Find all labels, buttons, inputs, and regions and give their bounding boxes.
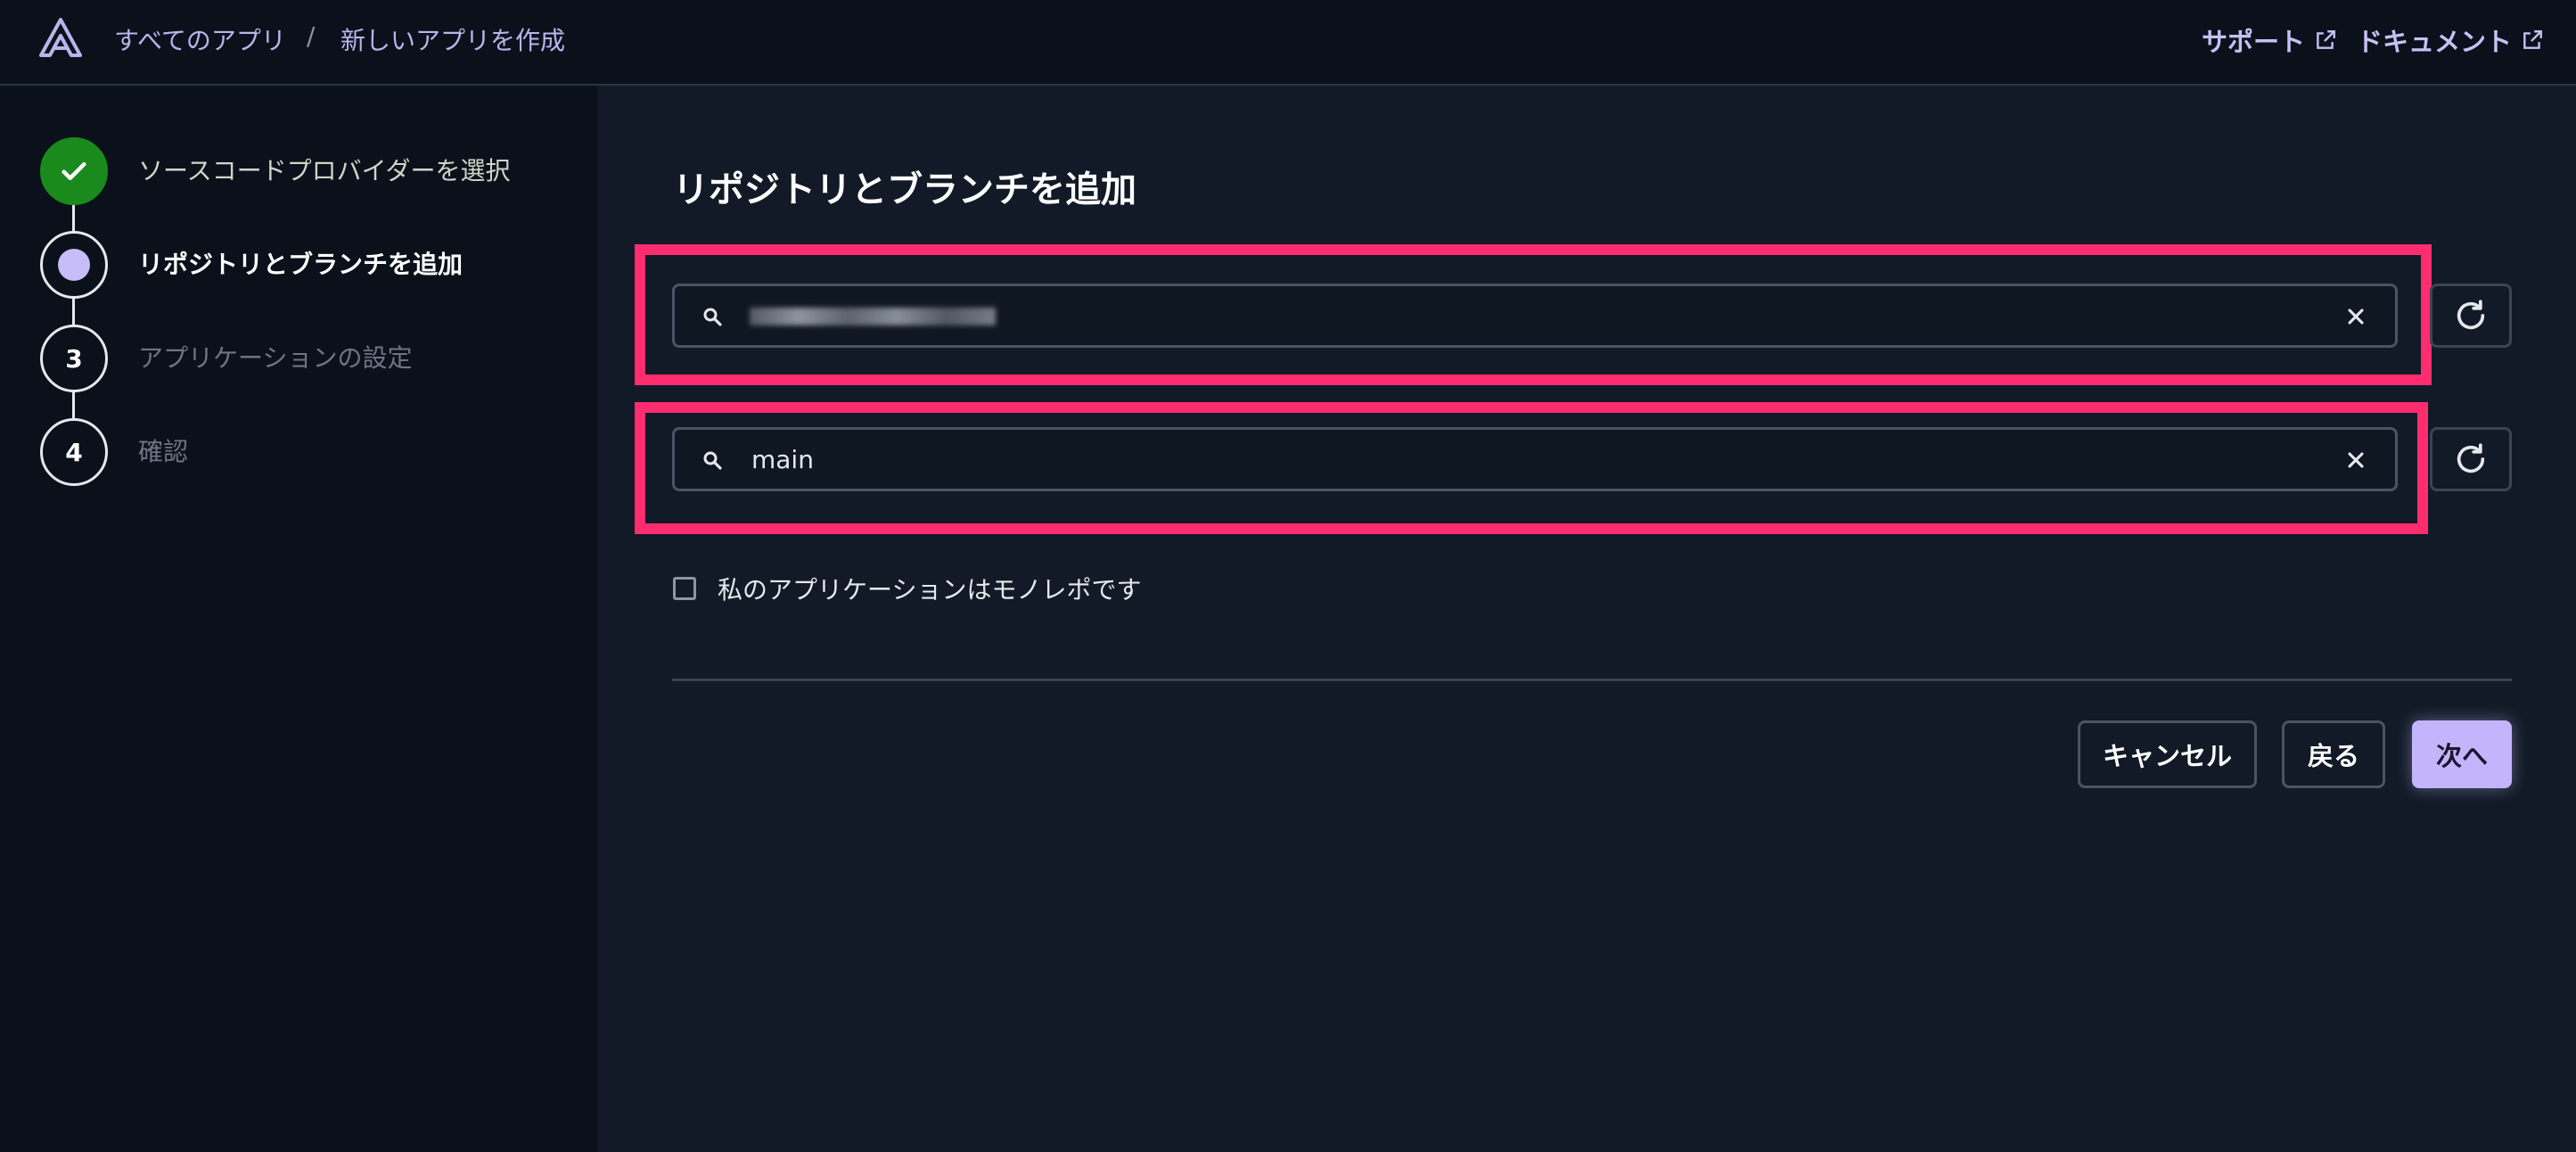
current-step-dot bbox=[58, 249, 90, 281]
step-4-indicator: 4 bbox=[40, 418, 108, 486]
step-3-indicator: 3 bbox=[40, 325, 108, 392]
breadcrumb-new-app: 新しいアプリを作成 bbox=[340, 26, 566, 55]
step-2-indicator bbox=[40, 231, 108, 299]
refresh-icon bbox=[2457, 443, 2485, 473]
monorepo-checkbox[interactable] bbox=[673, 577, 696, 600]
section-divider bbox=[672, 679, 2512, 681]
checkmark-icon bbox=[62, 161, 86, 181]
top-bar: すべてのアプリ / 新しいアプリを作成 サポート ドキュメント bbox=[0, 0, 2576, 86]
external-link-icon bbox=[2523, 30, 2542, 49]
branch-value: main bbox=[751, 445, 814, 474]
breadcrumb-all-apps[interactable]: すべてのアプリ bbox=[114, 21, 286, 57]
page-title: リポジトリとブランチを追加 bbox=[673, 169, 1136, 210]
cancel-button[interactable]: キャンセル bbox=[2078, 720, 2257, 788]
documentation-link-label: ドキュメント bbox=[2357, 27, 2513, 57]
clear-icon[interactable] bbox=[2343, 304, 2368, 329]
refresh-branches-button[interactable] bbox=[2430, 427, 2512, 491]
step-4-label: 確認 bbox=[138, 437, 189, 466]
refresh-icon bbox=[2457, 300, 2485, 330]
search-icon bbox=[703, 308, 722, 326]
app-logo-icon[interactable] bbox=[39, 18, 82, 57]
next-button[interactable]: 次へ bbox=[2412, 720, 2512, 788]
monorepo-option[interactable]: 私のアプリケーションはモノレポです bbox=[673, 571, 1141, 606]
refresh-repositories-button[interactable] bbox=[2430, 284, 2512, 348]
monorepo-checkbox-label[interactable]: 私のアプリケーションはモノレポです bbox=[718, 571, 1141, 606]
support-link-label: サポート bbox=[2202, 27, 2306, 57]
step-3-label: アプリケーションの設定 bbox=[138, 343, 413, 373]
back-button[interactable]: 戻る bbox=[2282, 720, 2385, 788]
documentation-link[interactable]: ドキュメント bbox=[2357, 21, 2544, 59]
search-icon bbox=[703, 451, 722, 470]
external-link-icon bbox=[2317, 30, 2335, 49]
redacted-repository-name bbox=[750, 308, 996, 325]
stepper-sidebar: ソースコードプロバイダーを選択 リポジトリとブランチを追加 3 アプリケーション… bbox=[0, 86, 597, 1152]
clear-icon[interactable] bbox=[2343, 448, 2368, 473]
repository-search-input[interactable] bbox=[672, 284, 2398, 348]
step-1-indicator bbox=[40, 137, 108, 205]
breadcrumb-separator: / bbox=[307, 21, 316, 51]
step-2-label: リポジトリとブランチを追加 bbox=[138, 250, 464, 279]
branch-search-input[interactable]: main bbox=[672, 427, 2398, 491]
step-1-label[interactable]: ソースコードプロバイダーを選択 bbox=[138, 152, 510, 187]
support-link[interactable]: サポート bbox=[2202, 21, 2337, 59]
